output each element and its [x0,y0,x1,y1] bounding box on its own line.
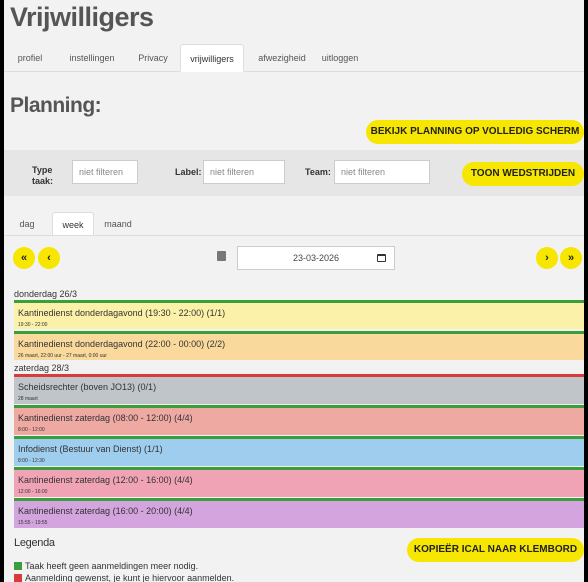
legend-item-needed: Aanmelding gewenst, je kunt je hiervoor … [14,573,234,582]
label-filter-label: Label: [175,167,202,177]
task-name: Kantinedienst zaterdag (12:00 - 16:00) (… [18,475,193,485]
team-filter-label: Team: [305,167,331,177]
double-chevron-left-icon: « [20,252,28,264]
task-name: Kantinedienst zaterdag (16:00 - 20:00) (… [18,506,193,516]
chevron-left-icon: ‹ [47,252,51,264]
label-filter-input[interactable]: niet filteren [203,160,285,184]
filter-bar: Type taak: niet filteren Label: niet fil… [4,150,584,196]
task-name: Kantinedienst donderdagavond (19:30 - 22… [18,308,226,318]
date-picker[interactable]: 23-03-2026 [237,246,395,270]
legend-swatch-red [14,574,22,582]
legend-item-complete: Taak heeft geen aanmeldingen meer nodig. [14,561,198,571]
chevron-right-icon: › [545,252,549,264]
date-value: 23-03-2026 [292,253,340,263]
type-filter-label: Type taak: [32,165,54,186]
view-tabs-divider [4,235,584,236]
view-tab-day[interactable]: dag [12,212,42,236]
tab-privacy[interactable]: Privacy [132,44,174,72]
tab-uitloggen[interactable]: uitloggen [316,44,364,72]
app-title: Vrijwilligers [10,2,154,32]
task-item[interactable]: Kantinedienst zaterdag (16:00 - 20:00) (… [14,498,584,528]
task-name: Scheidsrechter (boven JO13) (0/1) [18,382,157,392]
main-tabs: profiel instellingen Privacy vrijwillige… [4,44,584,72]
tab-instellingen[interactable]: instellingen [62,44,122,72]
legend-title: Legenda [14,537,55,549]
task-name: Infodienst (Bestuur van Dienst) (1/1) [18,444,163,454]
task-item[interactable]: Kantinedienst zaterdag (08:00 - 12:00) (… [14,405,584,435]
show-matches-button[interactable]: TOON WEDSTRIJDEN [462,162,584,186]
task-item[interactable]: Kantinedienst donderdagavond (22:00 - 00… [14,331,584,360]
task-name: Kantinedienst zaterdag (08:00 - 12:00) (… [18,413,193,423]
type-filter-input[interactable]: niet filteren [72,160,138,184]
calendar-picker-icon[interactable] [377,254,386,262]
view-tab-week[interactable]: week [52,212,94,236]
task-time: 8:00 - 12:00 [18,427,45,433]
task-item[interactable]: Kantinedienst zaterdag (12:00 - 16:00) (… [14,467,584,497]
next-period-button[interactable]: › [536,247,558,269]
tab-afwezigheid[interactable]: afwezigheid [252,44,312,72]
tab-vrijwilligers[interactable]: vrijwilligers [180,44,244,72]
legend-swatch-green [14,562,22,570]
tab-profiel[interactable]: profiel [10,44,50,72]
task-item[interactable]: Kantinedienst donderdagavond (19:30 - 22… [14,300,584,329]
calendar-icon [217,251,226,261]
copy-ical-button[interactable]: KOPIEËR ICAL NAAR KLEMBORD [407,538,584,562]
task-time: 15:55 - 19:55 [18,520,48,526]
previous-period-button[interactable]: ‹ [38,247,60,269]
task-name: Kantinedienst donderdagavond (22:00 - 00… [18,339,226,349]
day-header: zaterdag 28/3 [14,363,70,373]
legend-text: Taak heeft geen aanmeldingen meer nodig. [25,561,199,571]
legend-text: Aanmelding gewenst, je kunt je hiervoor … [25,573,235,582]
task-time: 8:00 - 12:30 [18,458,45,464]
task-item[interactable]: Scheidsrechter (boven JO13) (0/1) 28 maa… [14,374,584,404]
app-frame: Vrijwilligers profiel instellingen Priva… [4,0,584,582]
planning-title: Planning: [10,94,102,117]
fullscreen-planning-button[interactable]: BEKIJK PLANNING OP VOLLEDIG SCHERM [366,120,584,144]
first-period-button[interactable]: « [13,247,35,269]
view-tab-month[interactable]: maand [100,212,136,236]
task-time: 26 maart, 22:00 uur - 27 maart, 0:00 uur [18,353,107,359]
task-time: 28 maart [18,396,38,402]
task-time: 12:00 - 16:00 [18,489,48,495]
task-item[interactable]: Infodienst (Bestuur van Dienst) (1/1) 8:… [14,436,584,466]
last-period-button[interactable]: » [560,247,582,269]
double-chevron-right-icon: » [567,252,575,264]
day-header: donderdag 26/3 [14,289,78,299]
team-filter-input[interactable]: niet filteren [334,160,430,184]
task-time: 19:30 - 22:00 [18,322,48,328]
